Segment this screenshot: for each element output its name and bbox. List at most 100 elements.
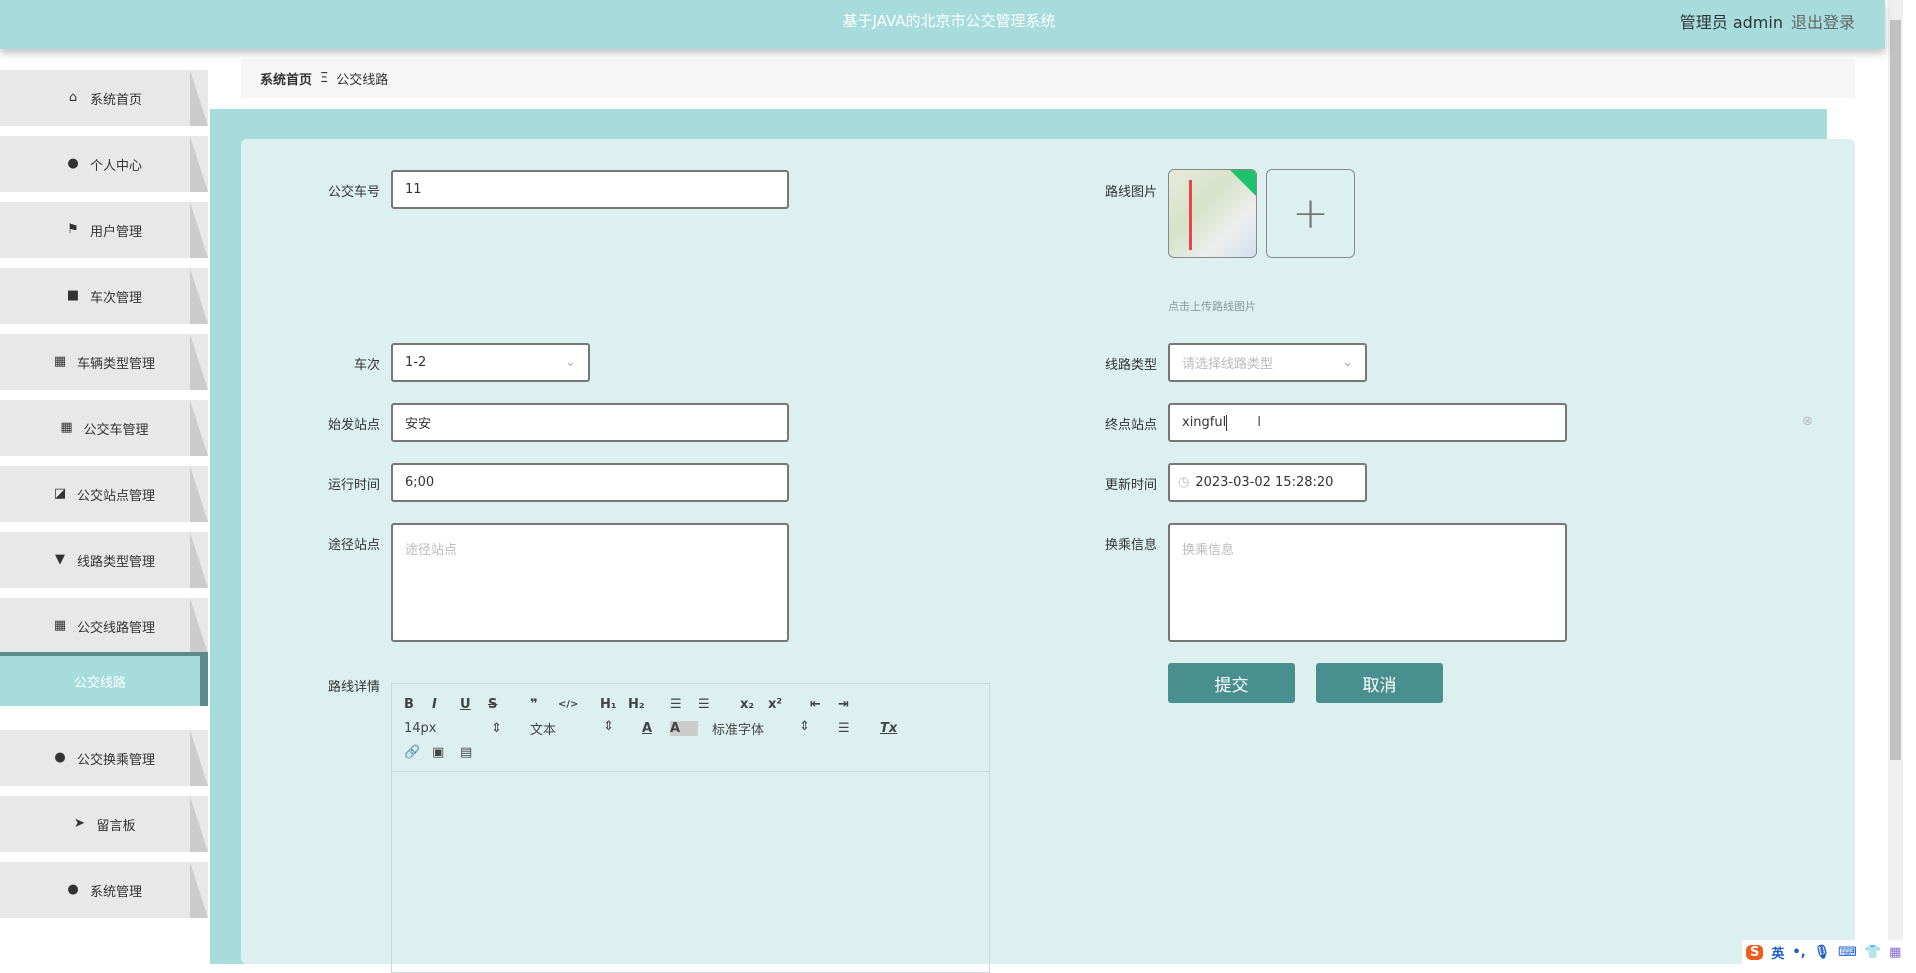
sidebar-item-label: 个人中心 xyxy=(89,158,142,174)
strike-icon[interactable]: S xyxy=(488,697,516,712)
via-textarea[interactable]: 途径站点 xyxy=(391,523,789,642)
font-color-icon[interactable]: A xyxy=(642,721,670,736)
apps-icon[interactable]: ▦ xyxy=(1889,945,1901,960)
sidebar-item-label: 系统管理 xyxy=(89,884,142,900)
home-icon: ⌂ xyxy=(68,90,78,105)
flag-icon: ⚑ xyxy=(67,222,79,237)
size-select[interactable]: 14px ⇕ xyxy=(404,721,516,736)
video-icon[interactable]: ▤ xyxy=(460,745,488,760)
bullet-list-icon[interactable]: ☰ xyxy=(698,697,726,712)
route-image-label: 路线图片 xyxy=(1104,185,1157,200)
end-value: xingful xyxy=(1182,415,1227,430)
start-label: 始发站点 xyxy=(327,418,380,433)
bold-icon[interactable]: B xyxy=(404,697,432,712)
transfer-textarea[interactable]: 换乘信息 xyxy=(1168,523,1567,642)
route-type-select[interactable]: 请选择线路类型 ⌄ xyxy=(1168,343,1367,382)
underline-icon[interactable]: U xyxy=(460,697,488,712)
h1-icon[interactable]: H₁ xyxy=(600,697,628,712)
clear-format-icon[interactable]: Tx xyxy=(880,721,908,736)
app-title: 基于JAVA的北京市公交管理系统 xyxy=(842,12,1056,30)
header-value: 文本 xyxy=(530,722,557,738)
italic-icon[interactable]: I xyxy=(432,697,460,712)
user-name: 管理员 admin xyxy=(1679,13,1783,32)
sidebar-item-9[interactable]: 公交线路 xyxy=(0,652,208,706)
grid-icon: ▦ xyxy=(53,354,67,369)
outdent-icon[interactable]: ⇤ xyxy=(810,697,838,712)
sidebar-item-7[interactable]: ▼ 线路类型管理 xyxy=(0,532,208,588)
scrollbar-thumb[interactable] xyxy=(1890,20,1901,760)
end-label: 终点站点 xyxy=(1104,418,1157,433)
cancel-button[interactable]: 取消 xyxy=(1316,663,1443,703)
update-time-picker[interactable]: ◷ 2023-03-02 15:28:20 xyxy=(1168,463,1367,502)
sidebar-item-5[interactable]: ▦ 公交车管理 xyxy=(0,400,208,456)
sidebar-item-label: 留言板 xyxy=(96,818,136,834)
sidebar-item-0[interactable]: ⌂ 系统首页 xyxy=(0,70,208,126)
run-time-input[interactable]: 6;00 xyxy=(391,463,789,502)
bulb-icon: ● xyxy=(54,750,66,765)
indent-icon[interactable]: ⇥ xyxy=(838,697,866,712)
editor-content[interactable] xyxy=(392,772,989,972)
breadcrumb-separator: Ξ xyxy=(320,71,329,86)
sidebar-item-10[interactable]: ● 公交换乘管理 xyxy=(0,730,208,786)
update-time-label: 更新时间 xyxy=(1104,478,1157,493)
ime-lang[interactable]: 英 xyxy=(1771,943,1784,962)
superscript-icon[interactable]: x² xyxy=(768,697,796,712)
sidebar-item-label: 公交站点管理 xyxy=(76,488,155,504)
route-image-thumbnail[interactable] xyxy=(1168,169,1257,258)
trip-select[interactable]: 1-2 ⌄ xyxy=(391,343,590,382)
grid-icon: ▦ xyxy=(60,420,73,435)
skin-icon[interactable]: 👕 xyxy=(1865,945,1881,960)
sidebar-item-label: 公交换乘管理 xyxy=(76,752,155,768)
font-value: 标准字体 xyxy=(712,722,765,738)
send-icon: ➤ xyxy=(74,816,85,831)
upload-hint: 点击上传路线图片 xyxy=(1168,300,1256,313)
breadcrumb-home[interactable]: 系统首页 xyxy=(260,69,312,88)
sidebar-item-label: 车次管理 xyxy=(89,290,142,306)
align-icon[interactable]: ☰ xyxy=(838,721,866,736)
sidebar-item-label: 公交线路管理 xyxy=(76,620,155,636)
clear-icon[interactable]: ⊗ xyxy=(1802,414,1813,429)
end-input[interactable]: xingful I xyxy=(1168,403,1567,442)
user-info: 管理员 admin 退出登录 xyxy=(1680,9,1855,33)
keyboard-icon[interactable]: ⌨ xyxy=(1838,945,1857,960)
sidebar-item-2[interactable]: ⚑ 用户管理 xyxy=(0,202,208,258)
bus-no-input[interactable]: 11 xyxy=(391,170,789,209)
ime-toolbar: S 英 •, 🎙 ⌨ 👕 ▦ xyxy=(1742,940,1916,964)
user-icon: ● xyxy=(67,156,79,171)
route-type-placeholder: 请选择线路类型 xyxy=(1182,357,1274,372)
code-icon[interactable]: </> xyxy=(558,699,586,710)
logout-link[interactable]: 退出登录 xyxy=(1791,13,1855,32)
sidebar-item-4[interactable]: ▦ 车辆类型管理 xyxy=(0,334,208,390)
sidebar-item-3[interactable]: ■ 车次管理 xyxy=(0,268,208,324)
detail-label: 路线详情 xyxy=(327,680,380,695)
link-icon[interactable]: 🔗 xyxy=(404,745,432,760)
sogou-logo-icon[interactable]: S xyxy=(1746,944,1764,960)
quote-icon[interactable]: ❞ xyxy=(530,697,558,712)
start-input[interactable]: 安安 xyxy=(391,403,789,442)
sidebar-item-6[interactable]: ◪ 公交站点管理 xyxy=(0,466,208,522)
mic-icon[interactable]: 🎙 xyxy=(1814,945,1831,960)
top-header: 基于JAVA的北京市公交管理系统 管理员 admin 退出登录 xyxy=(0,0,1885,49)
subscript-icon[interactable]: x₂ xyxy=(740,697,768,712)
ordered-list-icon[interactable]: ☰ xyxy=(670,697,698,712)
punctuation-icon[interactable]: •, xyxy=(1792,945,1805,960)
sidebar-item-8[interactable]: ▦ 公交线路管理 xyxy=(0,598,208,654)
bus-no-label: 公交车号 xyxy=(327,185,380,200)
sidebar-item-12[interactable]: ● 系统管理 xyxy=(0,862,208,918)
success-corner-icon xyxy=(1230,170,1256,196)
upload-plus-button[interactable]: + xyxy=(1266,169,1355,258)
sidebar-item-label: 用户管理 xyxy=(89,224,142,240)
chevron-down-icon: ⌄ xyxy=(565,355,576,370)
image-icon[interactable]: ▣ xyxy=(432,745,460,760)
submit-button[interactable]: 提交 xyxy=(1168,663,1295,703)
h2-icon[interactable]: H₂ xyxy=(628,697,656,712)
text-caret xyxy=(1226,414,1228,431)
sidebar-item-1[interactable]: ● 个人中心 xyxy=(0,136,208,192)
sidebar-item-11[interactable]: ➤ 留言板 xyxy=(0,796,208,852)
route-type-label: 线路类型 xyxy=(1104,358,1157,373)
background-color-icon[interactable]: A xyxy=(670,720,698,736)
brush-icon: ▼ xyxy=(54,552,65,567)
font-select[interactable]: 标准字体 ⇕ xyxy=(712,719,824,738)
trip-value: 1-2 xyxy=(405,355,427,370)
header-select[interactable]: 文本 ⇕ xyxy=(530,719,628,738)
